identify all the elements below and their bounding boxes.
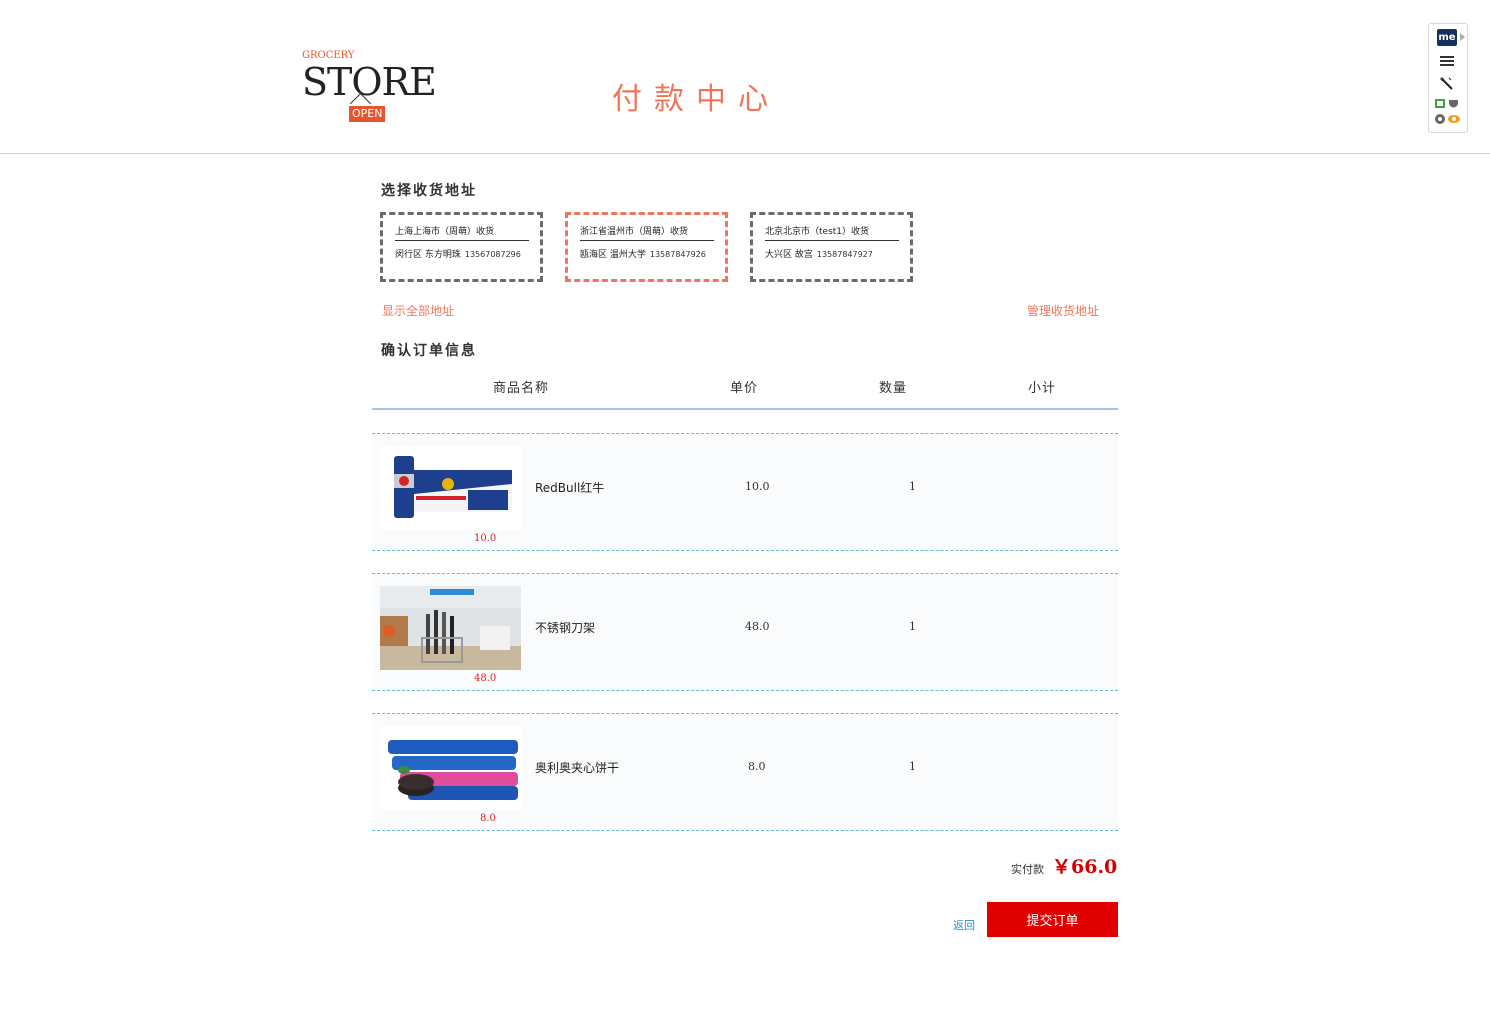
address-detail: 瓯海区 温州大学 13587847926 bbox=[580, 247, 706, 260]
hamburger-menu-icon bbox=[1440, 56, 1454, 66]
manage-addresses-link[interactable]: 管理收货地址 bbox=[1027, 302, 1099, 319]
address-card[interactable]: 北京北京市（test1）收货 大兴区 故宫 13587847927 bbox=[750, 212, 913, 282]
column-header-quantity: 数量 bbox=[879, 381, 908, 396]
order-item-row: 48.0 不锈钢刀架 48.0 1 bbox=[372, 573, 1118, 691]
submit-order-button[interactable]: 提交订单 bbox=[987, 902, 1118, 937]
logo-open-sign: OPEN bbox=[349, 106, 386, 122]
page-title: 付款中心 bbox=[612, 82, 780, 117]
extension-toolbar: me bbox=[1428, 23, 1468, 133]
address-card[interactable]: 上海上海市（周萌）收货 闵行区 东方明珠 13567087296 bbox=[380, 212, 543, 282]
thumb-price: 48.0 bbox=[474, 673, 497, 684]
unit-price: 48.0 bbox=[745, 620, 770, 633]
product-name-link[interactable]: RedBull红牛 bbox=[535, 479, 604, 496]
column-header-subtotal: 小计 bbox=[1028, 381, 1057, 396]
menu-button[interactable] bbox=[1433, 51, 1461, 71]
magic-wand-button[interactable] bbox=[1433, 74, 1461, 94]
column-header-price: 单价 bbox=[730, 381, 759, 396]
cast-tools-row[interactable] bbox=[1433, 97, 1461, 111]
unit-price: 8.0 bbox=[748, 760, 766, 773]
store-logo[interactable]: GROCERY STORE OPEN bbox=[302, 50, 437, 130]
product-name-link[interactable]: 不锈钢刀架 bbox=[535, 619, 595, 636]
oreo-pack-image[interactable] bbox=[380, 726, 521, 810]
me-extension-button[interactable]: me bbox=[1433, 27, 1461, 47]
expand-arrow-icon[interactable] bbox=[1460, 33, 1465, 41]
address-section-title: 选择收货地址 bbox=[381, 183, 477, 199]
address-recipient: 北京北京市（test1）收货 bbox=[765, 224, 899, 241]
thumb-price: 8.0 bbox=[480, 813, 496, 824]
address-recipient: 浙江省温州市（周萌）收货 bbox=[580, 224, 714, 241]
order-section-title: 确认订单信息 bbox=[381, 343, 477, 359]
order-item-row: 8.0 奥利奥夹心饼干 8.0 1 bbox=[372, 713, 1118, 831]
column-header-name: 商品名称 bbox=[493, 381, 550, 396]
total-label: 实付款 bbox=[1011, 863, 1044, 876]
unit-price: 10.0 bbox=[745, 480, 770, 493]
order-table-header: 商品名称 单价 数量 小计 bbox=[372, 370, 1118, 410]
total-amount: ￥66.0 bbox=[1052, 856, 1118, 878]
cast-and-cup-icons bbox=[1435, 99, 1458, 108]
quantity: 1 bbox=[909, 760, 916, 773]
address-recipient: 上海上海市（周萌）收货 bbox=[395, 224, 529, 241]
thumb-price: 10.0 bbox=[474, 533, 497, 544]
product-name-link[interactable]: 奥利奥夹心饼干 bbox=[535, 759, 619, 776]
address-phone: 13567087296 bbox=[464, 250, 521, 259]
page-header: GROCERY STORE OPEN 付款中心 bbox=[0, 0, 1490, 154]
address-detail: 大兴区 故宫 13587847927 bbox=[765, 247, 873, 260]
settings-and-eye-icons bbox=[1435, 114, 1460, 124]
address-district: 瓯海区 温州大学 bbox=[580, 250, 646, 260]
address-card-selected[interactable]: 浙江省温州市（周萌）收货 瓯海区 温州大学 13587847926 bbox=[565, 212, 728, 282]
address-detail: 闵行区 东方明珠 13567087296 bbox=[395, 247, 521, 260]
address-district: 闵行区 东方明珠 bbox=[395, 250, 461, 260]
privacy-tools-row[interactable] bbox=[1433, 112, 1461, 126]
address-phone: 13587847927 bbox=[816, 250, 873, 259]
address-phone: 13587847926 bbox=[649, 250, 706, 259]
quantity: 1 bbox=[909, 620, 916, 633]
order-item-row: 10.0 RedBull红牛 10.0 1 bbox=[372, 433, 1118, 551]
redbull-can-image[interactable] bbox=[380, 446, 521, 530]
logo-store-text: STORE bbox=[302, 60, 437, 104]
magic-wand-icon bbox=[1440, 77, 1453, 90]
me-logo-icon: me bbox=[1437, 28, 1457, 46]
knife-rack-image[interactable] bbox=[380, 586, 521, 670]
address-district: 大兴区 故宫 bbox=[765, 250, 813, 260]
quantity: 1 bbox=[909, 480, 916, 493]
show-all-addresses-link[interactable]: 显示全部地址 bbox=[382, 302, 454, 319]
back-link[interactable]: 返回 bbox=[953, 917, 975, 933]
